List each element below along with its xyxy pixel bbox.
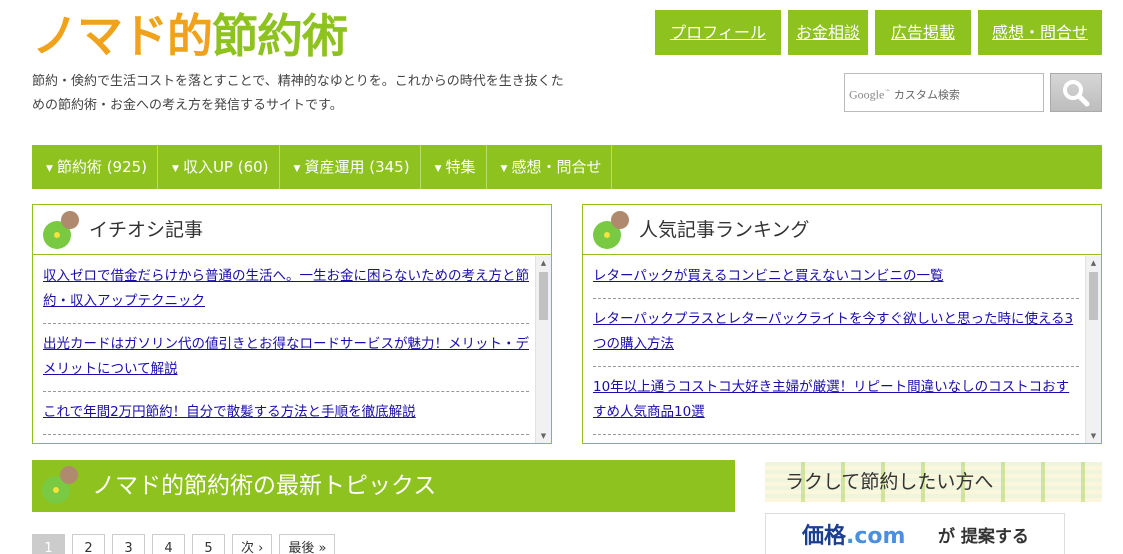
- mainnav-feature[interactable]: ▼ 特集: [421, 145, 487, 189]
- featured-article-link[interactable]: 出光カードはガソリン代の値引きとお得なロードサービスが魅力！メリット・デメリット…: [43, 324, 529, 392]
- dots-icon: [593, 211, 633, 251]
- featured-article-link[interactable]: これで年間2万円節約！自分で散髪する方法と手順を徹底解説: [43, 392, 529, 435]
- page-link[interactable]: 5: [192, 534, 225, 554]
- search-placeholder: カスタム検索: [893, 88, 960, 102]
- ranking-list: レターパックが買えるコンビニと買えないコンビニの一覧 レターパックプラスとレター…: [583, 256, 1085, 443]
- next-page-link[interactable]: 次 ›: [232, 534, 273, 554]
- featured-scrollbar[interactable]: ▲ ▼: [535, 256, 551, 443]
- ranking-article-link[interactable]: レターパックプラスとレターパックライトを今すぐ欲しいと思った時に使える3つの購入…: [593, 299, 1079, 367]
- sidebar-heading: ラクして節約したい方へ: [765, 462, 1102, 502]
- scroll-down-icon[interactable]: ▼: [536, 429, 551, 443]
- scroll-thumb[interactable]: [1089, 272, 1098, 320]
- sidebar-heading-text: ラクして節約したい方へ: [785, 471, 994, 493]
- google-label: Google: [849, 87, 885, 102]
- topnav-money-consult[interactable]: お金相談: [788, 10, 868, 55]
- mainnav-label: 節約術 (925): [56, 158, 148, 176]
- ranking-scrollbar[interactable]: ▲ ▼: [1085, 256, 1101, 443]
- scroll-thumb[interactable]: [539, 272, 548, 320]
- ranking-header: 人気記事ランキング: [583, 205, 1101, 255]
- ranking-article-link[interactable]: 10年以上通うコストコ大好き主婦が厳選！リピート間違いなしのコストコおすすめ人気…: [593, 367, 1079, 435]
- mainnav-investment[interactable]: ▼ 資産運用 (345): [280, 145, 421, 189]
- scroll-up-icon[interactable]: ▲: [536, 256, 551, 270]
- dots-icon: [42, 466, 82, 506]
- latest-topics-header: ノマド的節約術の最新トピックス: [32, 460, 735, 512]
- site-logo[interactable]: ノマド的節約術: [32, 4, 348, 68]
- scroll-up-icon[interactable]: ▲: [1086, 256, 1101, 270]
- topnav-profile[interactable]: プロフィール: [655, 10, 781, 55]
- ad-brand-logo: 価格.com: [802, 518, 905, 550]
- logo-text-part2: 節約術: [212, 9, 348, 63]
- kakaku-ad-banner[interactable]: 価格.com が 提案する: [765, 513, 1065, 554]
- mainnav-label: 特集: [445, 158, 476, 176]
- ad-tagline: が 提案する: [938, 527, 1029, 547]
- chevron-down-icon: ▼: [500, 164, 508, 174]
- mainnav-label: 収入UP (60): [182, 158, 269, 176]
- logo-text-part1: ノマド的: [32, 9, 213, 63]
- site-tagline: 節約・倹約で生活コストを落とすことで、精神的なゆとりを。これからの時代を生き抜く…: [32, 74, 564, 113]
- last-page-link[interactable]: 最後 »: [279, 534, 336, 554]
- search-icon: [1063, 79, 1090, 106]
- chevron-down-icon: ▼: [293, 164, 301, 174]
- page-link[interactable]: 4: [152, 534, 185, 554]
- ranking-title: 人気記事ランキング: [639, 219, 810, 241]
- chevron-down-icon: ▼: [172, 164, 179, 174]
- main-nav: ▼ 節約術 (925) ▼ 収入UP (60) ▼ 資産運用 (345) ▼ 特集 ▼ 感…: [32, 145, 1102, 189]
- ranking-box: 人気記事ランキング レターパックが買えるコンビニと買えないコンビニの一覧 レター…: [582, 204, 1102, 444]
- latest-topics-title: ノマド的節約術の最新トピックス: [92, 473, 437, 499]
- featured-article-link[interactable]: 収入ゼロで借金だらけから普通の生活へ。一生お金に困らないための考え方と節約・収入…: [43, 256, 529, 324]
- featured-articles-box: イチオシ記事 収入ゼロで借金だらけから普通の生活へ。一生お金に困らないための考え…: [32, 204, 552, 444]
- trademark-mark: ™: [884, 89, 891, 96]
- chevron-down-icon: ▼: [46, 164, 53, 174]
- chevron-down-icon: ▼: [434, 164, 442, 174]
- mainnav-label: 資産運用 (345): [304, 158, 410, 176]
- scroll-down-icon[interactable]: ▼: [1086, 429, 1101, 443]
- pagination: 1 2 3 4 5 次 › 最後 »: [32, 534, 336, 554]
- dots-icon: [43, 211, 83, 251]
- mainnav-income[interactable]: ▼ 収入UP (60): [158, 145, 280, 189]
- topnav-contact[interactable]: 感想・問合せ: [978, 10, 1102, 55]
- mainnav-label: 感想・問合せ: [511, 158, 602, 176]
- search-input[interactable]: Google™ カスタム検索: [844, 73, 1044, 112]
- mainnav-contact[interactable]: ▼ 感想・問合せ: [487, 145, 613, 189]
- page-link-current[interactable]: 1: [32, 534, 65, 554]
- page-link[interactable]: 2: [72, 534, 105, 554]
- ranking-article-link[interactable]: レターパックが買えるコンビニと買えないコンビニの一覧: [593, 256, 1079, 299]
- top-nav: プロフィール お金相談 広告掲載 感想・問合せ: [655, 10, 1102, 55]
- featured-header: イチオシ記事: [33, 205, 551, 255]
- featured-title: イチオシ記事: [89, 219, 204, 241]
- ad-brand-text: 価格: [802, 524, 847, 549]
- topnav-advertising[interactable]: 広告掲載: [875, 10, 971, 55]
- ad-brand-com: .com: [846, 524, 906, 549]
- featured-list: 収入ゼロで借金だらけから普通の生活へ。一生お金に困らないための考え方と節約・収入…: [33, 256, 535, 443]
- search-button[interactable]: [1050, 73, 1102, 112]
- mainnav-saving[interactable]: ▼ 節約術 (925): [32, 145, 159, 189]
- page-link[interactable]: 3: [112, 534, 145, 554]
